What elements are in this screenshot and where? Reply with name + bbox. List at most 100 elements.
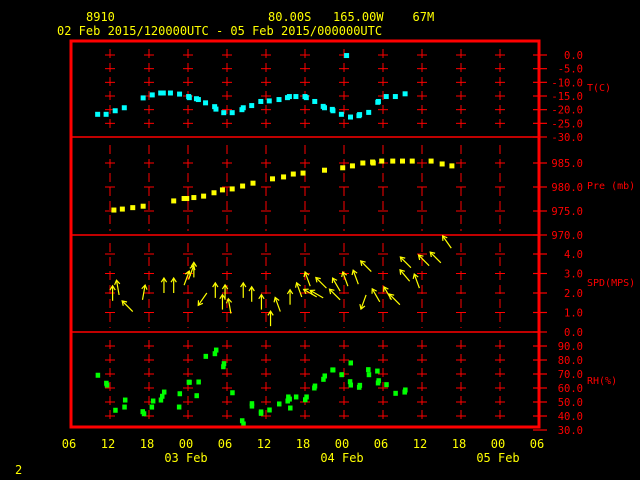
rh-point (149, 404, 155, 410)
rh-point (113, 407, 118, 413)
y-tick-label: 0.0 (564, 327, 583, 339)
rh-point (403, 387, 408, 393)
pressure-point (340, 165, 346, 171)
x-date-label: 05 Feb (476, 451, 519, 465)
page-number: 2 (15, 463, 22, 477)
x-tick-label: 00 (179, 437, 193, 451)
y-axis-label: SPD(MPS) (587, 278, 635, 289)
x-tick-label: 12 (101, 437, 115, 451)
rh-point (393, 390, 398, 396)
y-tick-label: 4.0 (564, 249, 583, 261)
temperature-point (330, 108, 336, 114)
x-tick-label: 18 (296, 437, 310, 451)
rh-point (304, 394, 309, 400)
pressure-point (400, 158, 405, 164)
rh-point (348, 382, 353, 388)
temperature-point (312, 98, 318, 104)
y-tick-label: 40.0 (558, 411, 583, 423)
rh-point (104, 382, 110, 388)
x-tick-label: 12 (257, 437, 271, 451)
rh-point (384, 382, 389, 388)
pressure-point (322, 167, 327, 173)
y-tick-label: 60.0 (558, 383, 583, 395)
temperature-point (303, 95, 309, 101)
temperature-point (276, 97, 282, 103)
pressure-point (439, 161, 445, 167)
x-tick-label: 00 (491, 437, 505, 451)
pressure-point (409, 158, 415, 164)
temperature-point (203, 100, 209, 106)
temperature-point (103, 111, 109, 117)
pressure-point (119, 206, 125, 212)
x-date-label: 03 Feb (164, 451, 207, 465)
pressure-point (111, 207, 117, 213)
y-tick-label: 0.0 (564, 50, 583, 62)
rh-point (213, 347, 219, 353)
time-period: 02 Feb 2015/120000UTC - 05 Feb 2015/0000… (57, 24, 382, 38)
pressure-point (201, 193, 207, 199)
temperature-point (286, 94, 292, 100)
x-tick-label: 06 (62, 437, 76, 451)
y-tick-label: 30.0 (558, 425, 583, 437)
rh-point (330, 367, 336, 373)
rh-point (221, 361, 227, 367)
temperature-point (402, 91, 408, 97)
pressure-point (140, 203, 146, 209)
temperature-point (221, 110, 227, 116)
rh-point (122, 404, 127, 410)
rh-point (357, 382, 363, 388)
temperature-point (392, 94, 398, 100)
pressure-point (184, 196, 190, 202)
y-tick-label: -30.0 (551, 132, 583, 144)
y-tick-label: 1.0 (564, 308, 583, 320)
temperature-point (149, 92, 155, 98)
pressure-point (390, 158, 396, 164)
pressure-point (428, 158, 434, 164)
temperature-point (366, 109, 372, 115)
rh-point (293, 394, 299, 400)
y-tick-label: 90.0 (558, 341, 583, 353)
temperature-point (213, 106, 219, 112)
y-tick-label: -20.0 (551, 105, 583, 117)
x-tick-label: 06 (374, 437, 388, 451)
y-axis-label: RH(%) (587, 376, 617, 387)
temperature-point (258, 98, 264, 104)
y-tick-label: 80.0 (558, 355, 583, 367)
rh-point (230, 390, 235, 396)
temperature-point (357, 112, 363, 118)
temperature-point (322, 105, 327, 111)
rh-point (267, 407, 272, 413)
temperature-point (240, 105, 246, 111)
y-tick-label: -25.0 (551, 118, 583, 130)
pressure-point (349, 163, 355, 169)
y-tick-label: 975.0 (551, 206, 583, 218)
temperature-point (348, 114, 353, 120)
x-tick-label: 12 (413, 437, 427, 451)
rh-point (322, 373, 327, 379)
temperature-point (344, 53, 350, 59)
pressure-point (379, 158, 385, 164)
temperature-point (383, 94, 389, 100)
temperature-point (266, 98, 272, 104)
y-axis-label: Pre (mb) (587, 181, 635, 192)
pressure-point (370, 160, 376, 166)
rh-point (203, 353, 209, 359)
y-tick-label: 985.0 (551, 158, 583, 170)
station-location: 80.00S 165.00W 67M (268, 10, 434, 24)
y-tick-label: 50.0 (558, 397, 583, 409)
temperature-point (293, 94, 299, 100)
x-tick-label: 00 (335, 437, 349, 451)
pressure-point (360, 160, 366, 166)
rh-point (376, 378, 381, 384)
rh-point (339, 372, 344, 378)
rh-point (177, 391, 183, 397)
y-tick-label: -10.0 (551, 77, 583, 89)
y-tick-label: -15.0 (551, 91, 583, 103)
y-tick-label: 970.0 (551, 230, 583, 242)
y-tick-label: 980.0 (551, 182, 583, 194)
rh-point (176, 404, 182, 410)
temperature-point (195, 97, 201, 103)
rh-point (277, 401, 282, 407)
pressure-point (219, 187, 225, 193)
temperature-point (249, 103, 255, 109)
